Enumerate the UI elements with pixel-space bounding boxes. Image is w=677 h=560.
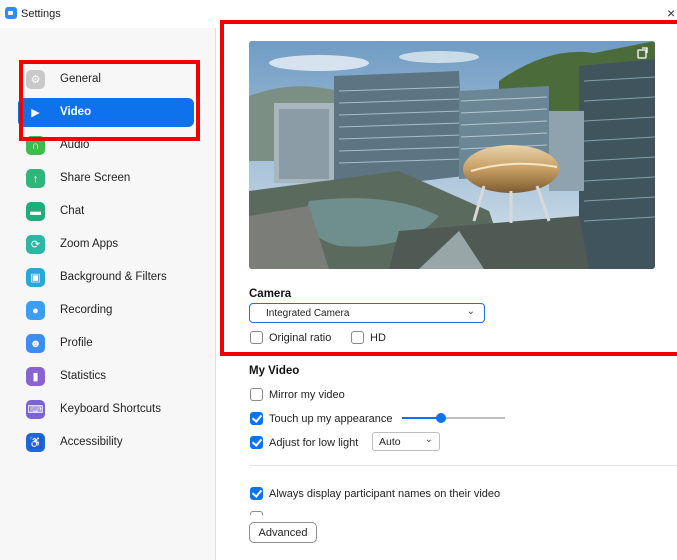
sidebar-item-accessibility[interactable]: ♿ Accessibility xyxy=(18,428,194,457)
touch-up-checkbox[interactable] xyxy=(250,412,263,425)
sidebar-item-keyboard-shortcuts[interactable]: ⌨ Keyboard Shortcuts xyxy=(18,395,194,424)
recording-icon: ● xyxy=(26,301,45,320)
my-video-section-title: My Video xyxy=(249,365,300,377)
zoom-apps-icon: ⟳ xyxy=(26,235,45,254)
sidebar-item-share-screen[interactable]: ↑ Share Screen xyxy=(18,164,194,193)
mirror-video-checkbox[interactable] xyxy=(250,388,263,401)
low-light-dropdown-value: Auto xyxy=(379,436,401,448)
keyboard-icon: ⌨ xyxy=(26,400,45,419)
low-light-dropdown[interactable]: Auto ⌄ xyxy=(372,432,440,451)
sidebar-item-label: Chat xyxy=(60,205,85,217)
sidebar-item-label: Zoom Apps xyxy=(60,238,119,250)
highlight-box-camera xyxy=(220,20,677,356)
sidebar-item-label: Statistics xyxy=(60,370,107,382)
sidebar-item-background-filters[interactable]: ▣ Background & Filters xyxy=(18,263,194,292)
profile-icon: ☻ xyxy=(26,334,45,353)
advanced-button[interactable]: Advanced xyxy=(249,522,317,543)
sidebar-item-label: Accessibility xyxy=(60,436,123,448)
sidebar-item-statistics[interactable]: ▮ Statistics xyxy=(18,362,194,391)
touch-up-label: Touch up my appearance xyxy=(269,413,393,425)
sidebar-item-label: Keyboard Shortcuts xyxy=(60,403,162,415)
share-screen-icon: ↑ xyxy=(26,169,45,188)
low-light-checkbox[interactable] xyxy=(250,436,263,449)
sidebar-item-label: Background & Filters xyxy=(60,271,167,283)
low-light-label: Adjust for low light xyxy=(269,437,359,449)
sidebar-item-recording[interactable]: ● Recording xyxy=(18,296,194,325)
always-display-names-label: Always display participant names on thei… xyxy=(269,488,501,500)
sidebar-item-label: Recording xyxy=(60,304,113,316)
window-title: Settings xyxy=(21,8,61,20)
sidebar-item-label: Profile xyxy=(60,337,93,349)
section-divider xyxy=(249,465,677,466)
chevron-down-icon: ⌄ xyxy=(424,434,433,445)
background-filters-icon: ▣ xyxy=(26,268,45,287)
touch-up-slider[interactable] xyxy=(402,413,505,423)
always-display-names-checkbox[interactable] xyxy=(250,487,263,500)
accessibility-icon: ♿ xyxy=(26,433,45,452)
sidebar-item-label: Share Screen xyxy=(60,172,131,184)
chat-icon: ▬ xyxy=(26,202,45,221)
statistics-icon: ▮ xyxy=(26,367,45,386)
sidebar-item-chat[interactable]: ▬ Chat xyxy=(18,197,194,226)
mirror-video-label: Mirror my video xyxy=(269,389,345,401)
close-icon[interactable]: × xyxy=(667,5,675,21)
sidebar-item-profile[interactable]: ☻ Profile xyxy=(18,329,194,358)
highlight-box-sidebar xyxy=(19,60,200,141)
zoom-app-icon xyxy=(5,7,17,19)
partially-visible-checkbox[interactable] xyxy=(250,511,263,515)
sidebar-item-zoom-apps[interactable]: ⟳ Zoom Apps xyxy=(18,230,194,259)
